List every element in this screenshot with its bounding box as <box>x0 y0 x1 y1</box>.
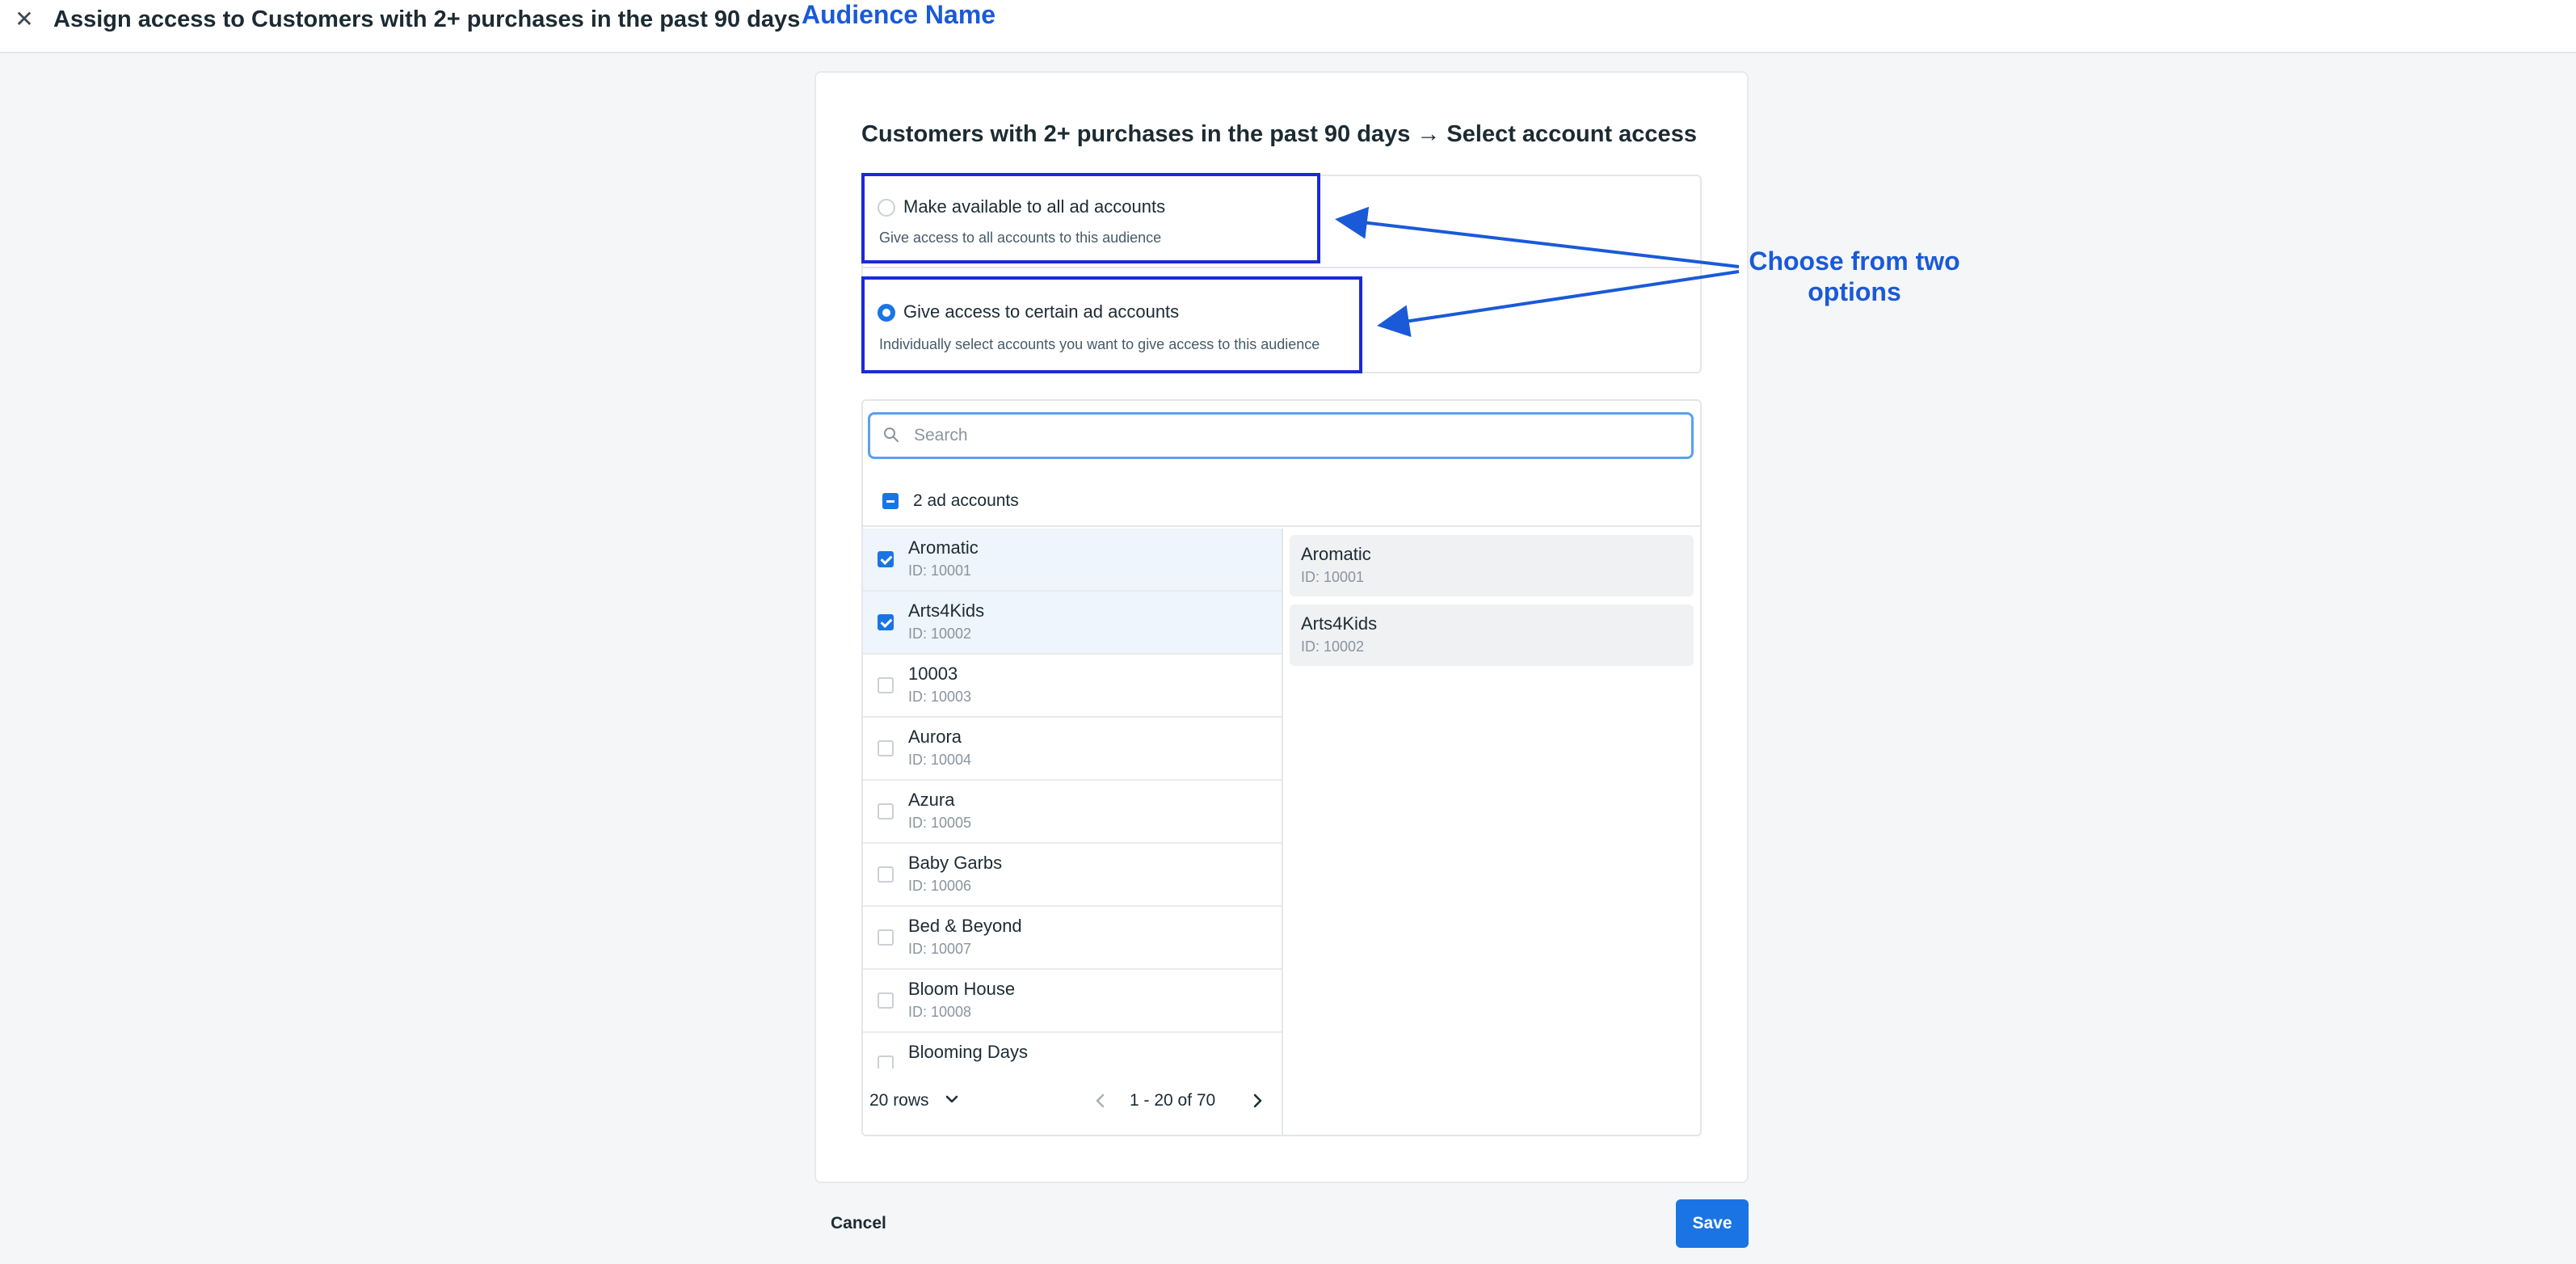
account-name: Azura <box>908 790 955 810</box>
selected-account-item[interactable]: Arts4Kids ID: 10002 <box>1290 605 1694 666</box>
account-checkbox[interactable] <box>878 803 894 819</box>
next-page-icon[interactable] <box>1246 1089 1269 1112</box>
page-title: Assign access to Customers with 2+ purch… <box>53 6 801 32</box>
account-id: ID: 10004 <box>908 752 972 768</box>
selected-account-name: Aromatic <box>1301 544 1371 564</box>
divider <box>861 267 1702 268</box>
list-item[interactable]: Blooming Days ID: 10009 <box>863 1033 1282 1068</box>
list-item[interactable]: Bloom House ID: 10008 <box>863 970 1282 1033</box>
account-name: Arts4Kids <box>908 600 985 621</box>
column-divider <box>1282 529 1283 1135</box>
annotation-audience-name: Audience Name <box>802 0 996 29</box>
card-heading: Customers with 2+ purchases in the past … <box>861 121 1697 147</box>
selected-account-name: Arts4Kids <box>1301 613 1378 634</box>
account-id: ID: 10007 <box>908 941 972 957</box>
chevron-down-icon[interactable] <box>942 1089 962 1109</box>
account-id: ID: 10002 <box>908 626 972 642</box>
selected-account-id: ID: 10002 <box>1301 638 1365 655</box>
account-id: ID: 10001 <box>908 562 972 579</box>
list-item[interactable]: Baby Garbs ID: 10006 <box>863 844 1282 907</box>
account-checkbox[interactable] <box>878 929 894 946</box>
account-checkbox[interactable] <box>878 677 894 693</box>
account-id: ID: 10008 <box>908 1004 972 1020</box>
page-range: 1 - 20 of 70 <box>1130 1091 1216 1110</box>
list-item[interactable]: Aurora ID: 10004 <box>863 718 1282 781</box>
annotation-choose-options: Choose from two options <box>1749 246 1960 306</box>
list-item[interactable]: Azura ID: 10005 <box>863 781 1282 844</box>
top-bar: ✕ Assign access to Customers with 2+ pur… <box>0 0 2576 53</box>
close-icon[interactable]: ✕ <box>8 3 40 36</box>
rows-per-page-select[interactable]: 20 rows <box>869 1088 929 1114</box>
account-name: 10003 <box>908 664 958 684</box>
account-checkbox[interactable] <box>878 551 894 567</box>
annotation-box-option-2 <box>861 276 1362 373</box>
account-name: Bloom House <box>908 979 1016 999</box>
account-checkbox[interactable] <box>878 740 894 756</box>
selected-account-id: ID: 10001 <box>1301 569 1365 585</box>
selected-account-item[interactable]: Aromatic ID: 10001 <box>1290 535 1694 596</box>
account-name: Bed & Beyond <box>908 916 1022 936</box>
search-placeholder: Search <box>914 426 968 445</box>
save-button[interactable]: Save <box>1676 1199 1749 1248</box>
list-item[interactable]: Arts4Kids ID: 10002 <box>863 592 1282 655</box>
account-checkbox[interactable] <box>878 1055 894 1068</box>
account-id: ID: 10006 <box>908 878 972 894</box>
account-id: ID: 10005 <box>908 815 972 831</box>
pagination: 20 rows 1 - 20 of 70 <box>863 1070 1282 1135</box>
account-checkbox[interactable] <box>878 866 894 883</box>
account-checkbox[interactable] <box>878 992 894 1009</box>
account-name: Aurora <box>908 727 962 747</box>
search-icon <box>884 428 899 442</box>
account-name: Aromatic <box>908 537 979 558</box>
select-all-row[interactable]: 2 ad accounts <box>863 475 1700 527</box>
cancel-button[interactable]: Cancel <box>821 1199 896 1248</box>
account-id: ID: 10009 <box>908 1065 971 1068</box>
select-all-label: 2 ad accounts <box>913 491 1019 510</box>
list-item[interactable]: 10003 ID: 10003 <box>863 655 1282 718</box>
account-name: Baby Garbs <box>908 853 1003 873</box>
account-checkbox[interactable] <box>878 614 894 630</box>
account-name: Blooming Days <box>908 1042 1028 1062</box>
select-all-checkbox[interactable] <box>882 493 899 509</box>
previous-page-icon[interactable] <box>1089 1089 1112 1112</box>
account-list: Aromatic ID: 10001 Arts4Kids ID: 10002 1… <box>863 529 1282 1068</box>
list-item[interactable]: Bed & Beyond ID: 10007 <box>863 907 1282 970</box>
annotation-box-option-1 <box>861 173 1320 263</box>
search-input[interactable]: Search <box>868 412 1694 459</box>
list-item[interactable]: Aromatic ID: 10001 <box>863 529 1282 592</box>
account-id: ID: 10003 <box>908 689 972 705</box>
